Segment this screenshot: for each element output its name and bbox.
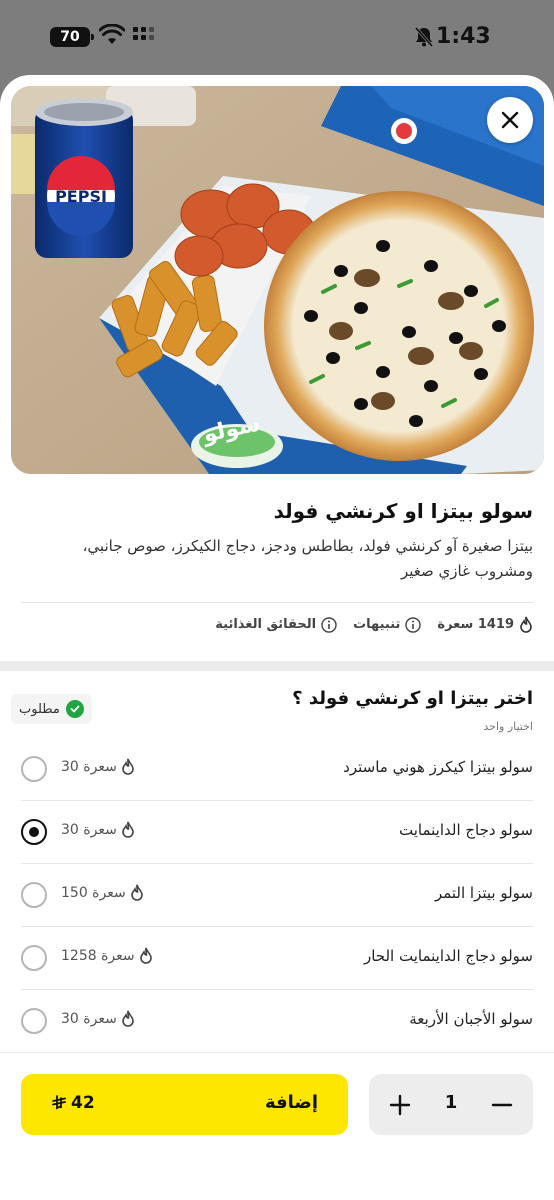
status-bar: 70 1:43 (0, 0, 554, 75)
quantity-stepper: 1 (369, 1074, 533, 1135)
alerts-link[interactable]: تنبيهات (353, 616, 422, 633)
option-calories-text: 150 سعرة (61, 884, 126, 901)
calories-info: 1419 سعرة (437, 616, 533, 633)
minus-icon (491, 1103, 513, 1107)
option-calories-text: 30 سعرة (61, 1010, 117, 1027)
price-value: 42 (71, 1093, 95, 1113)
clock: 1:43 (436, 24, 491, 49)
option-calories-text: 1258 سعرة (61, 947, 135, 964)
info-icon (405, 616, 422, 633)
option-name: سولو الأجبان الأربعة (409, 1010, 533, 1028)
quantity-value: 1 (444, 1092, 458, 1113)
required-badge: مطلوب (11, 694, 92, 724)
option-radio[interactable] (21, 882, 47, 908)
alerts-label: تنبيهات (353, 617, 401, 632)
add-to-cart-label: إضافة (264, 1092, 318, 1113)
add-to-cart-price: 42 (51, 1093, 95, 1113)
flame-icon (520, 616, 532, 633)
close-button[interactable] (487, 97, 533, 143)
option-item[interactable]: سولو دجاج الداينمايت الحار 1258 سعرة (21, 927, 533, 990)
cellular-signal-icon (133, 27, 154, 40)
product-image: سولو PEPSI (11, 86, 544, 474)
option-item[interactable]: سولو الأجبان الأربعة 30 سعرة (21, 990, 533, 1053)
bell-muted-icon (414, 27, 434, 47)
battery-indicator: 70 (50, 27, 94, 47)
can-brand-text: PEPSI (55, 187, 107, 206)
option-item[interactable]: سولو دجاج الداينمايت 30 سعرة (21, 801, 533, 864)
riyal-currency-icon (52, 1095, 66, 1110)
decrease-quantity-button[interactable] (485, 1088, 519, 1122)
option-calories: 30 سعرة (61, 758, 135, 775)
option-name: سولو بيتزا كيكرز هوني ماسترد (343, 758, 533, 776)
add-to-cart-button[interactable]: إضافة 42 (21, 1074, 348, 1135)
product-description: بيتزا صغيرة آو كرنشي فولد، بطاطس ودجز، د… (82, 537, 533, 580)
battery-level: 70 (60, 29, 80, 45)
option-name: سولو بيتزا التمر (434, 884, 533, 902)
info-icon (321, 616, 337, 633)
product-meta: 1419 سعرة تنبيهات الحقائق الغذائية (215, 616, 533, 633)
option-name: سولو دجاج الداينمايت الحار (363, 947, 533, 965)
bottom-action-bar: إضافة 42 1 (0, 1052, 554, 1200)
option-name: سولو دجاج الداينمايت (398, 821, 533, 839)
divider (21, 602, 533, 603)
option-radio[interactable] (21, 945, 47, 971)
increase-quantity-button[interactable] (383, 1088, 417, 1122)
option-calories: 30 سعرة (61, 821, 135, 838)
calories-text: 1419 سعرة (437, 617, 514, 632)
option-item[interactable]: سولو بيتزا التمر 150 سعرة (21, 864, 533, 927)
close-icon (501, 111, 519, 129)
required-label: مطلوب (19, 701, 60, 717)
flame-icon (122, 1010, 134, 1027)
product-sheet: سولو PEPSI سولو بيتزا او كرنشي فولد بيتز… (0, 75, 554, 1200)
option-item[interactable]: سولو بيتزا كيكرز هوني ماسترد 30 سعرة (21, 738, 533, 801)
option-calories: 1258 سعرة (61, 947, 153, 964)
wifi-icon (99, 24, 125, 44)
option-calories: 30 سعرة (61, 1010, 135, 1027)
option-calories: 150 سعرة (61, 884, 144, 901)
flame-icon (139, 947, 152, 964)
flame-icon (130, 884, 143, 901)
option-radio[interactable] (21, 756, 47, 782)
meal-photo: سولو PEPSI (11, 86, 544, 474)
option-radio[interactable] (21, 1008, 47, 1034)
option-radio[interactable] (21, 819, 47, 845)
nutrition-facts-link[interactable]: الحقائق الغذائية (215, 616, 337, 633)
flame-icon (122, 821, 134, 838)
option-calories-text: 30 سعرة (61, 821, 117, 838)
product-title: سولو بيتزا او كرنشي فولد (273, 499, 533, 523)
flame-icon (122, 758, 134, 775)
option-group-title: اختر بيتزا او كرنشي فولد ؟ (292, 688, 533, 709)
option-calories-text: 30 سعرة (61, 758, 117, 775)
check-icon (65, 700, 84, 718)
nutrition-facts-label: الحقائق الغذائية (215, 617, 317, 632)
option-group-subtitle: اختيار واحد (483, 720, 533, 733)
section-divider (0, 661, 554, 671)
plus-icon (389, 1094, 411, 1116)
